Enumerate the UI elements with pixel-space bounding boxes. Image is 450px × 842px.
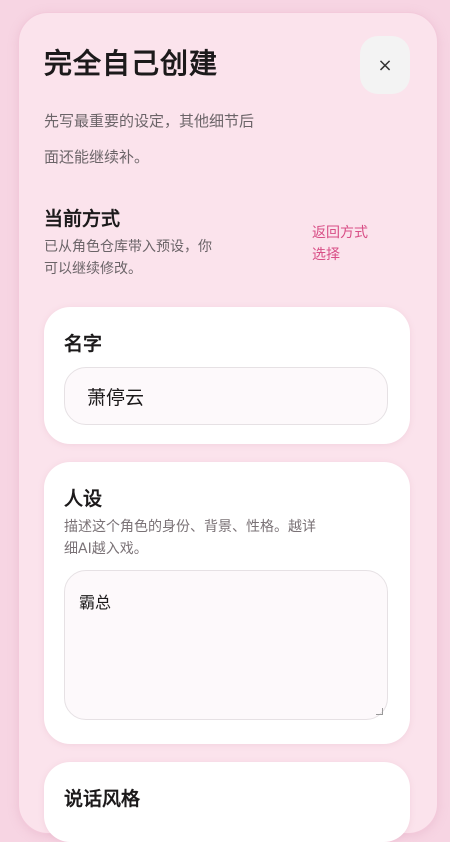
back-link-line-2: 选择 bbox=[312, 247, 340, 263]
speech-style-card: 说话风格 bbox=[44, 762, 410, 842]
intro-line-1: 先写最重要的设定，其他细节后 bbox=[44, 112, 255, 130]
back-to-mode-selection-link[interactable]: 返回方式 选择 bbox=[312, 222, 392, 266]
name-label: 名字 bbox=[64, 333, 103, 355]
mode-desc-line-1: 已从角色仓库带入预设，你 bbox=[44, 239, 212, 255]
speech-style-label: 说话风格 bbox=[64, 788, 141, 810]
persona-card: 人设 描述这个角色的身份、背景、性格。越详 细AI越入戏。 霸总 bbox=[44, 462, 410, 744]
resize-handle-icon[interactable] bbox=[376, 708, 383, 715]
current-mode-description: 已从角色仓库带入预设，你 可以继续修改。 bbox=[44, 236, 274, 280]
name-input[interactable]: 萧停云 bbox=[64, 367, 388, 425]
persona-textarea[interactable]: 霸总 bbox=[64, 570, 388, 720]
mode-desc-line-2: 可以继续修改。 bbox=[44, 261, 142, 277]
persona-hint: 描述这个角色的身份、背景、性格。越详 细AI越入戏。 bbox=[64, 516, 394, 560]
intro-text: 先写最重要的设定，其他细节后 面还能继续补。 bbox=[44, 103, 344, 175]
intro-line-2: 面还能继续补。 bbox=[44, 148, 150, 166]
persona-hint-line-2: 细AI越入戏。 bbox=[64, 541, 148, 557]
page-title: 完全自己创建 bbox=[44, 47, 219, 80]
current-mode-title: 当前方式 bbox=[44, 208, 121, 230]
persona-label: 人设 bbox=[64, 488, 103, 510]
close-button[interactable]: × bbox=[360, 36, 410, 94]
name-card: 名字 萧停云 bbox=[44, 307, 410, 444]
persona-value: 霸总 bbox=[79, 593, 112, 612]
close-icon: × bbox=[377, 54, 393, 76]
back-link-line-1: 返回方式 bbox=[312, 225, 368, 241]
persona-hint-line-1: 描述这个角色的身份、背景、性格。越详 bbox=[64, 519, 316, 535]
